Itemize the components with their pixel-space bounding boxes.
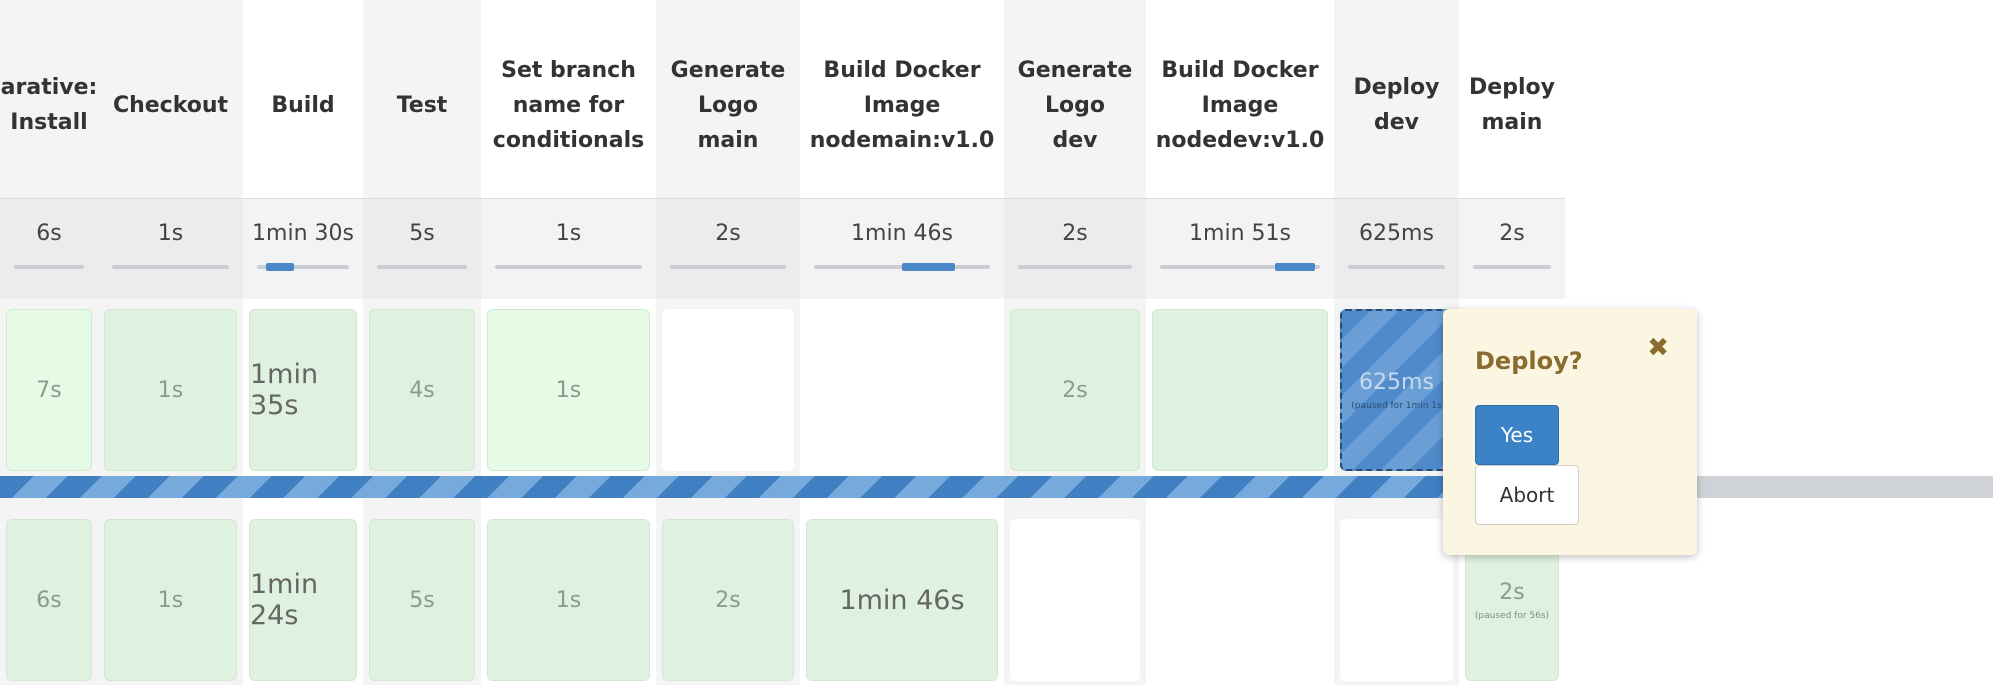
stage-header: Checkout: [112, 92, 229, 118]
stage-cell[interactable]: 1s: [487, 309, 650, 471]
stage-cell: [662, 309, 794, 471]
stage-header: Build Docker Image nodemain:v1.0: [809, 57, 995, 153]
cell-duration: 1s: [555, 587, 582, 613]
stage-cell[interactable]: 1s: [104, 309, 237, 471]
duration-track: [1160, 263, 1320, 271]
stage-cell: [1010, 519, 1140, 681]
in-progress-bar: [0, 476, 1565, 498]
duration-track: [257, 263, 349, 271]
stage-cell[interactable]: 6s: [6, 519, 92, 681]
average-duration: 1s: [555, 221, 582, 246]
stage-average-time: 1min 30s: [243, 198, 363, 299]
cell-duration: 1s: [157, 587, 184, 613]
cell-duration: 2s: [715, 587, 741, 613]
cell-duration: 4s: [409, 377, 435, 403]
average-duration: 2s: [715, 221, 741, 246]
stage-cell[interactable]: 1s: [487, 519, 650, 681]
stage-header: Deploy main: [1469, 75, 1555, 135]
stage-header: Test: [396, 92, 448, 118]
stage-cell[interactable]: 1min 46s: [806, 519, 998, 681]
stage-average-time: 5s: [363, 198, 481, 299]
cell-duration: 2s: [1499, 579, 1525, 605]
stage-cell: [806, 309, 998, 471]
duration-track: [670, 265, 786, 269]
average-duration: 2s: [1062, 221, 1088, 246]
average-duration: 1min 51s: [1189, 221, 1291, 246]
popover-title: Deploy?: [1475, 347, 1583, 375]
stage-cell: [1152, 519, 1328, 681]
cell-duration: 1min 46s: [839, 584, 965, 616]
average-duration: 5s: [409, 221, 435, 246]
stage-average-time: 2s: [1004, 198, 1146, 299]
duration-track: [1473, 265, 1551, 269]
average-duration: 1s: [157, 221, 184, 246]
cell-duration: 1min 24s: [250, 569, 319, 631]
duration-track: [112, 265, 229, 269]
stage-header: arative: Install: [0, 75, 98, 135]
stage-average-time: 2s: [656, 198, 800, 299]
cell-duration: 1s: [157, 377, 184, 403]
deploy-input-popover: Deploy? ✖ Yes Abort: [1443, 309, 1697, 555]
stage-header: Generate Logo dev: [1017, 57, 1133, 153]
cell-duration: 2s: [1062, 377, 1088, 403]
stage-average-time: 1min 51s: [1146, 198, 1334, 299]
cell-duration: 5s: [409, 587, 435, 613]
stage-header: Build: [271, 92, 335, 118]
stage-header: Set branch name for conditionals: [492, 57, 645, 153]
duration-track: [14, 265, 84, 269]
stage-average-time: 2s: [1459, 198, 1565, 299]
duration-track: [495, 265, 642, 269]
stage-average-time: 1s: [98, 198, 243, 299]
duration-track: [814, 263, 990, 271]
stage-cell[interactable]: 1s: [104, 519, 237, 681]
stage-header: Build Docker Image nodedev:v1.0: [1155, 57, 1325, 153]
yes-button[interactable]: Yes: [1475, 405, 1559, 465]
stage-cell[interactable]: 625ms (paused for 1min 1s: [1340, 309, 1453, 471]
stage-cell[interactable]: 7s: [6, 309, 92, 471]
stage-average-time: 6s: [0, 198, 98, 299]
cell-paused-note: (paused for 56s): [1474, 610, 1550, 621]
cell-duration: 1min 35s: [250, 359, 319, 421]
abort-button[interactable]: Abort: [1475, 465, 1579, 525]
duration-fill: [1275, 263, 1316, 271]
average-duration: 1min 30s: [252, 221, 354, 246]
duration-fill: [266, 263, 294, 271]
stage-cell[interactable]: 2s: [1010, 309, 1140, 471]
close-icon[interactable]: ✖: [1647, 333, 1669, 363]
duration-track: [1348, 265, 1445, 269]
cell-duration: 6s: [36, 587, 62, 613]
average-duration: 6s: [36, 221, 62, 246]
stage-cell[interactable]: 4s: [369, 309, 475, 471]
cell-duration: 1s: [555, 377, 582, 403]
duration-fill: [902, 263, 955, 271]
stage-header: Generate Logo main: [670, 57, 786, 153]
cell-duration: 7s: [36, 377, 62, 403]
stage-average-time: 1s: [481, 198, 656, 299]
stage-cell[interactable]: 5s: [369, 519, 475, 681]
stage-average-time: 1min 46s: [800, 198, 1004, 299]
stage-average-time: 625ms: [1334, 198, 1459, 299]
stage-cell: [1340, 519, 1453, 681]
stage-cell[interactable]: [1152, 309, 1328, 471]
stage-cell[interactable]: 1min 24s: [249, 519, 357, 681]
stage-cell[interactable]: 1min 35s: [249, 309, 357, 471]
average-duration: 625ms: [1359, 221, 1434, 246]
average-duration: 2s: [1499, 221, 1525, 246]
stage-header: Deploy dev: [1353, 75, 1440, 135]
cell-duration: 625ms: [1359, 369, 1434, 395]
cell-paused-note: (paused for 1min 1s: [1351, 400, 1442, 411]
stage-cell[interactable]: 2s: [662, 519, 794, 681]
duration-track: [1018, 265, 1132, 269]
duration-track: [377, 265, 467, 269]
average-duration: 1min 46s: [851, 221, 953, 246]
